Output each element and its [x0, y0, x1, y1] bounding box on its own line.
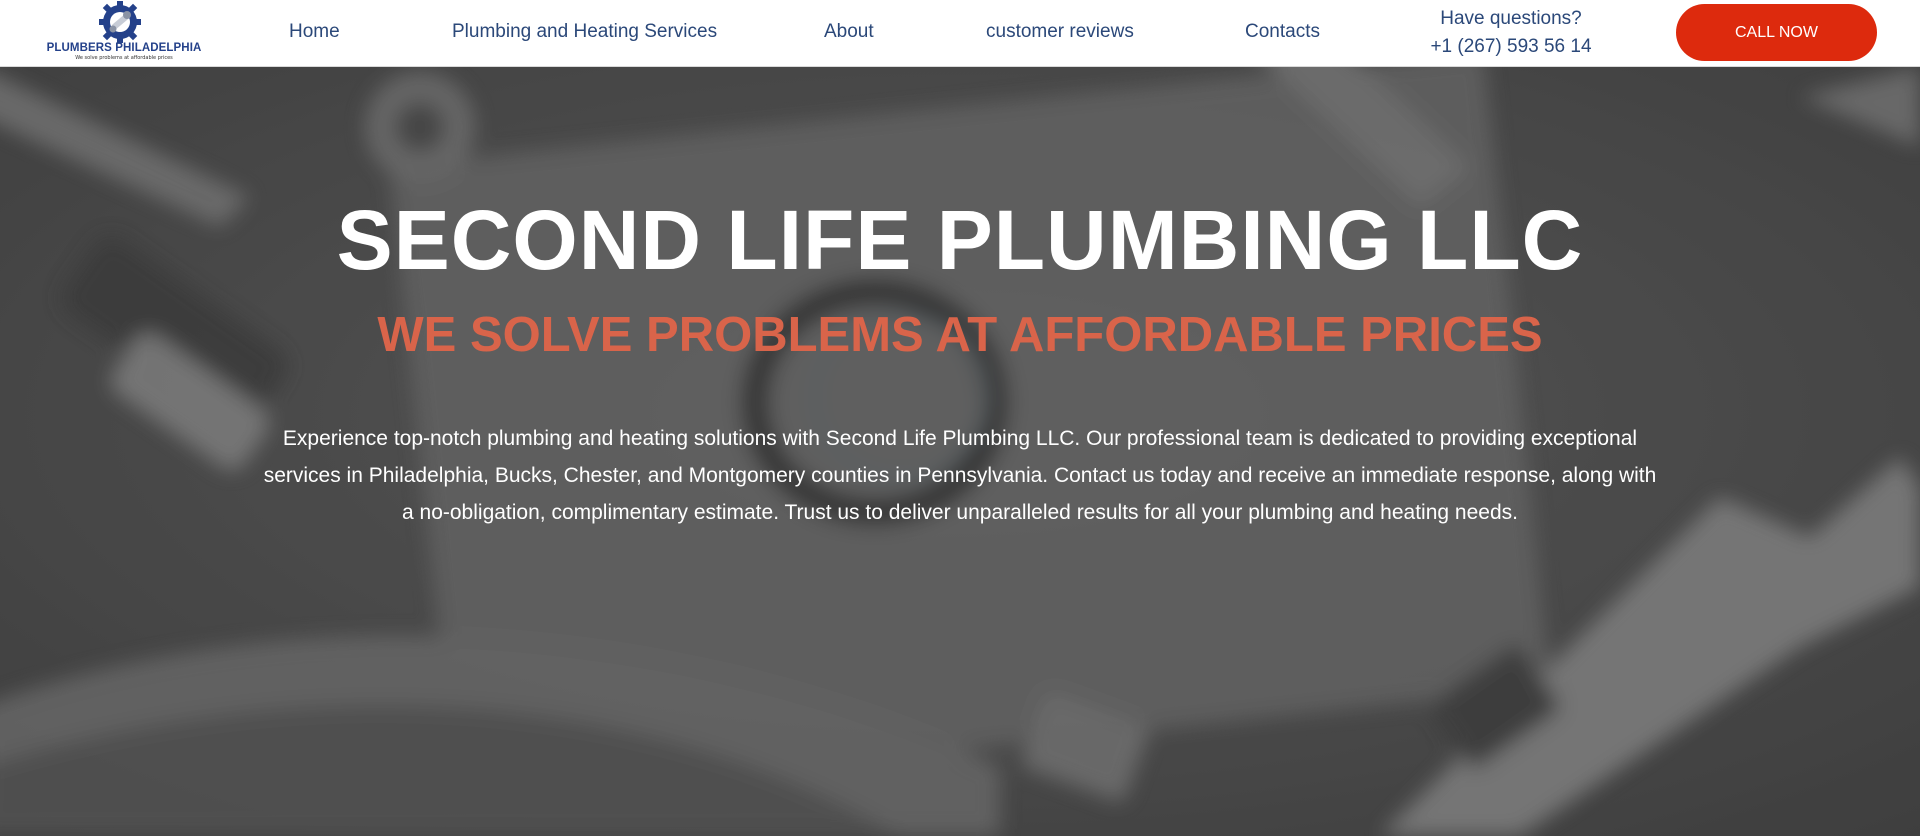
hero-section: SECOND LIFE PLUMBING LLC WE SOLVE PROBLE… — [0, 67, 1920, 836]
call-now-button[interactable]: CALL NOW — [1676, 4, 1877, 61]
logo-link[interactable]: PLUMBERS PHILADELPHIA We solve problems … — [46, 0, 202, 64]
header-contact: Have questions? +1 (267) 593 56 14 — [1420, 5, 1602, 61]
nav-contacts[interactable]: Contacts — [1245, 20, 1320, 44]
logo-tagline: We solve problems at affordable prices — [75, 55, 173, 61]
nav-customer-reviews[interactable]: customer reviews — [986, 20, 1134, 44]
nav-about[interactable]: About — [824, 20, 874, 44]
hero-description: Experience top-notch plumbing and heatin… — [263, 427, 1657, 524]
nav-home[interactable]: Home — [289, 20, 340, 44]
logo-name: PLUMBERS PHILADELPHIA — [46, 42, 202, 54]
nav-plumbing-heating-services[interactable]: Plumbing and Heating Services — [452, 20, 717, 44]
contact-phone[interactable]: +1 (267) 593 56 14 — [1420, 33, 1602, 61]
site-header: PLUMBERS PHILADELPHIA We solve problems … — [0, 0, 1920, 67]
hero-title: SECOND LIFE PLUMBING LLC — [336, 193, 1584, 287]
hero-subtitle: WE SOLVE PROBLEMS AT AFFORDABLE PRICES — [377, 308, 1543, 362]
wrench-gear-icon — [99, 1, 141, 43]
contact-question: Have questions? — [1440, 8, 1582, 29]
